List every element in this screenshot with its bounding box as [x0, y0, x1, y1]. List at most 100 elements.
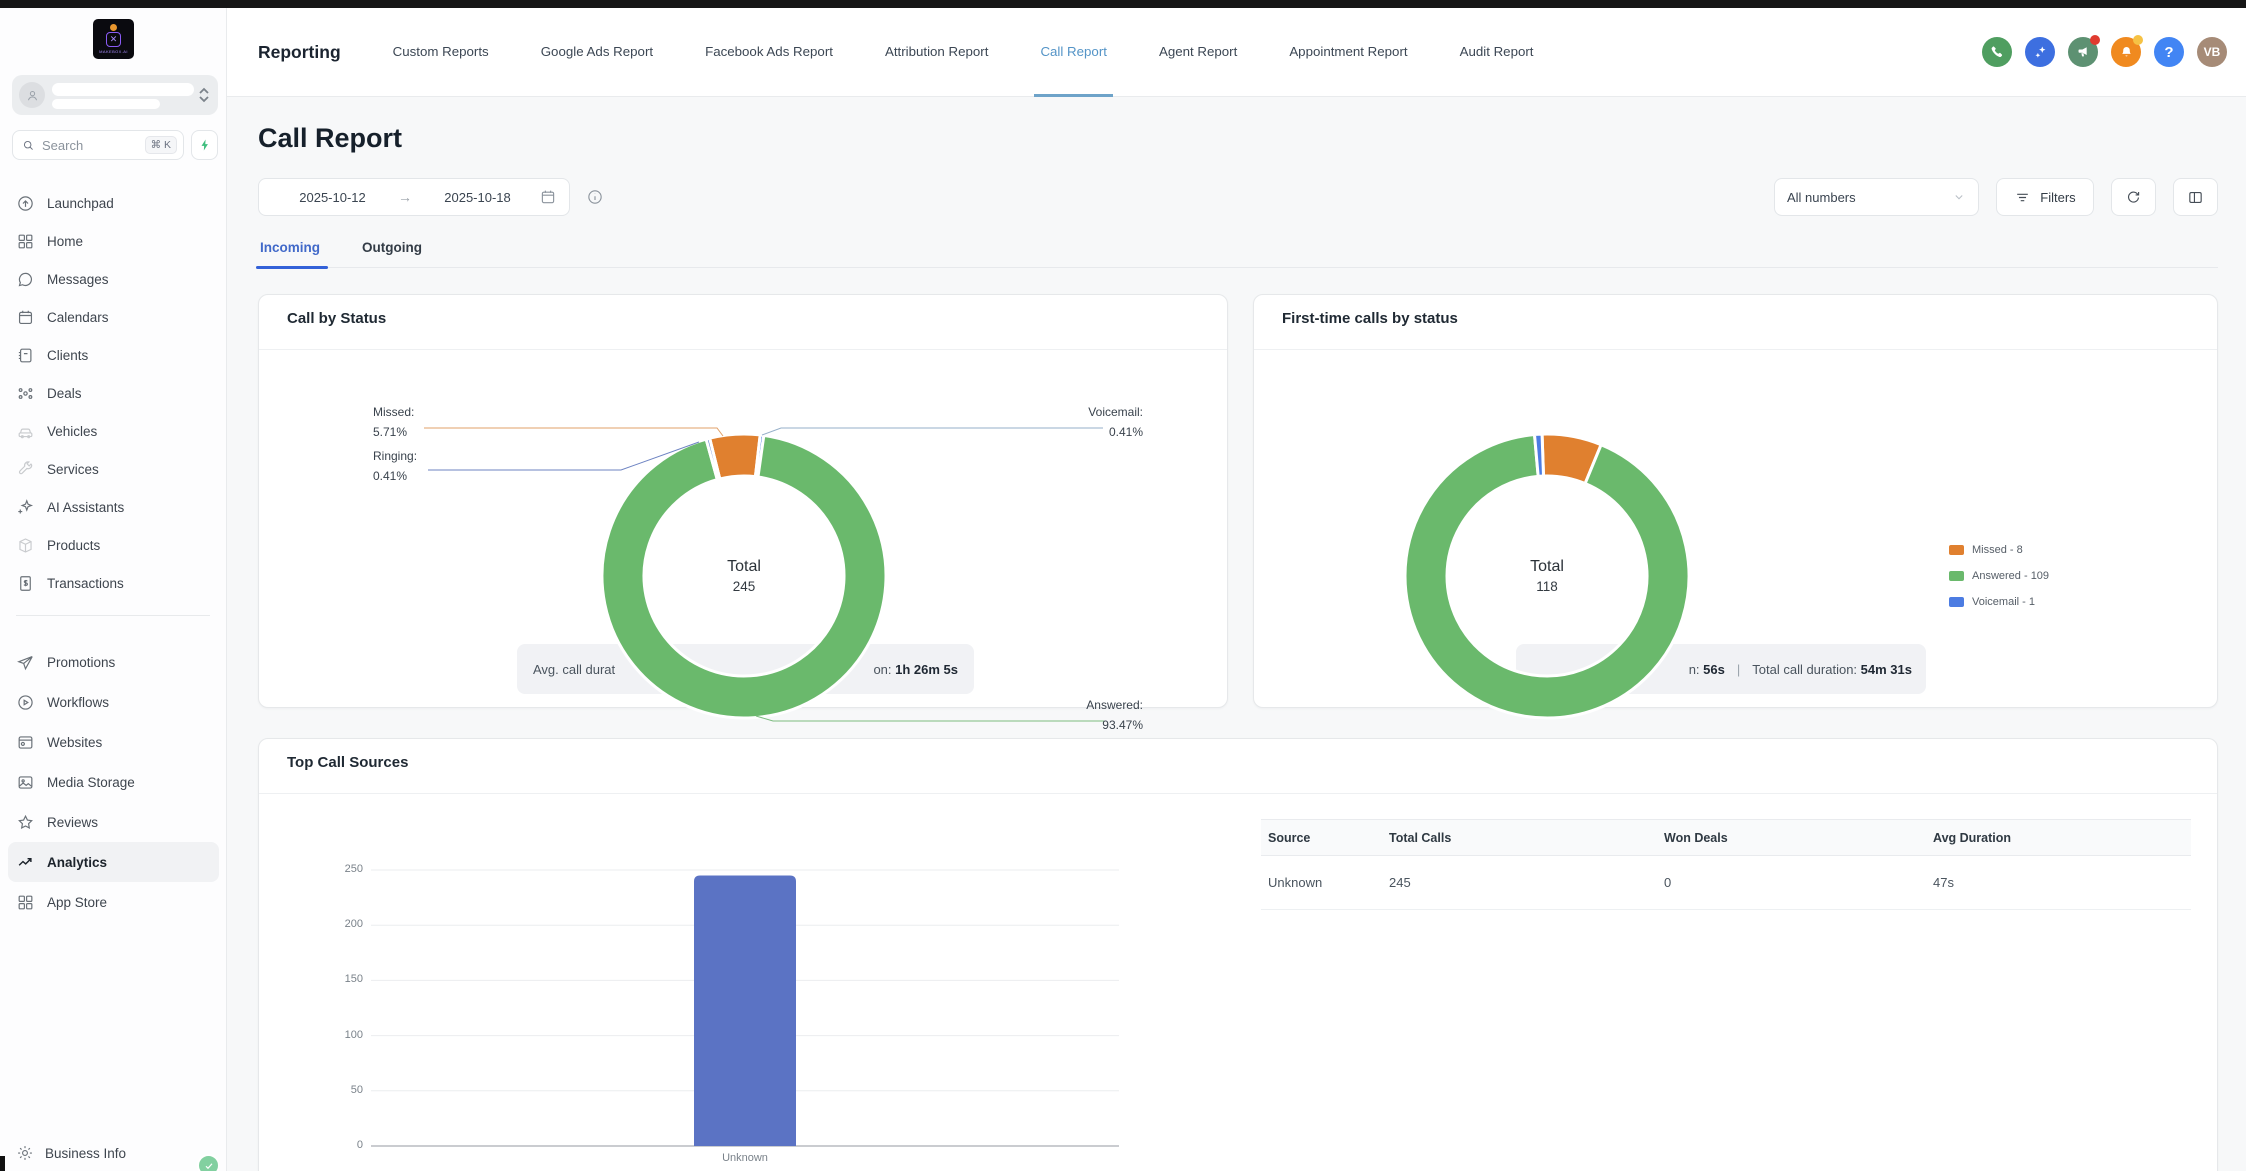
- sidebar-item-calendars[interactable]: Calendars: [8, 298, 219, 336]
- card-first-time-calls: First-time calls by status n: 56s | Tota…: [1253, 294, 2218, 720]
- donut-chart-first-time[interactable]: [1254, 295, 2219, 785]
- sidebar: ✕ MAKEBOX.AI Search ⌘ K Launchpad Home Mes…: [0, 8, 227, 1171]
- phone-icon: [1991, 46, 2002, 57]
- info-icon[interactable]: [586, 188, 604, 206]
- sidebar-item-messages[interactable]: Messages: [8, 260, 219, 298]
- corner-artifact: [0, 1156, 5, 1171]
- y-axis-tick: 150: [344, 973, 363, 986]
- legend-item-voicemail-1[interactable]: Voicemail - 1: [1949, 589, 2049, 615]
- avatar[interactable]: VB: [2197, 37, 2227, 67]
- y-axis-tick: 200: [344, 918, 363, 931]
- stats-total-fragment: Total call duration: 54m 31s: [1752, 661, 1912, 677]
- sidebar-item-launchpad[interactable]: Launchpad: [8, 184, 219, 222]
- filters-label: Filters: [2040, 189, 2076, 205]
- sidebar-item-transactions[interactable]: Transactions: [8, 564, 219, 602]
- search-input[interactable]: Search ⌘ K: [12, 130, 184, 160]
- deals-icon: [16, 384, 35, 403]
- quick-action-button[interactable]: [191, 130, 218, 160]
- sidebar-divider: [16, 615, 210, 616]
- tab-agent-report[interactable]: Agent Report: [1153, 8, 1243, 97]
- sidebar-item-label: Messages: [47, 271, 109, 287]
- numbers-filter-select[interactable]: All numbers: [1774, 178, 1979, 216]
- products-icon: [16, 536, 35, 555]
- legend-item-answered-109[interactable]: Answered - 109: [1949, 563, 2049, 589]
- tab-outgoing[interactable]: Outgoing: [360, 240, 424, 267]
- megaphone-button[interactable]: [2068, 35, 2100, 67]
- table-cell: 0: [1657, 855, 1926, 910]
- card-divider: [259, 349, 1227, 350]
- transactions-icon: [16, 574, 35, 593]
- sidebar-item-label: Services: [47, 461, 99, 477]
- sidebar-item-clients[interactable]: Clients: [8, 336, 219, 374]
- messages-icon: [16, 270, 35, 289]
- tab-incoming[interactable]: Incoming: [256, 240, 328, 269]
- workspace-subtitle-skeleton: [52, 99, 160, 109]
- layout-columns-button[interactable]: [2173, 178, 2218, 216]
- sidebar-item-workflows[interactable]: Workflows: [8, 682, 219, 722]
- workspace-avatar-icon: [19, 82, 45, 108]
- sparkles-button[interactable]: [2025, 37, 2055, 67]
- tab-facebook-ads-report[interactable]: Facebook Ads Report: [699, 8, 839, 97]
- refresh-button[interactable]: [2111, 178, 2156, 216]
- sidebar-item-deals[interactable]: Deals: [8, 374, 219, 412]
- chevron-down-icon: [1955, 195, 1963, 200]
- sidebar-nav-primary: Launchpad Home Messages Calendars Clients Dea…: [0, 184, 227, 602]
- table-cell: Unknown: [1261, 855, 1382, 910]
- workflows-icon: [16, 693, 35, 712]
- callout-label-ringing: Ringing: 0.41%: [373, 449, 418, 483]
- y-axis-tick: 50: [350, 1083, 363, 1096]
- sidebar-item-reviews[interactable]: Reviews: [8, 802, 219, 842]
- y-axis-tick: 250: [344, 863, 363, 875]
- sidebar-item-app-store[interactable]: App Store: [8, 882, 219, 922]
- sidebar-item-vehicles[interactable]: Vehicles: [8, 412, 219, 450]
- sidebar-item-products[interactable]: Products: [8, 526, 219, 564]
- stats-left-fragment: Avg. call durat: [533, 661, 616, 677]
- toolbar: 2025-10-12 → 2025-10-18 All numbers Filt…: [258, 178, 2218, 216]
- logo-x-icon: ✕: [106, 32, 121, 47]
- date-range-picker[interactable]: 2025-10-12 → 2025-10-18: [258, 178, 570, 216]
- donut-chart-call-by-status[interactable]: [259, 295, 1229, 785]
- chevron-up-down-icon: [196, 85, 212, 105]
- sidebar-item-label: Workflows: [47, 694, 110, 710]
- notification-dot: [2133, 35, 2143, 45]
- phone-button[interactable]: [1982, 37, 2012, 67]
- legend-swatch: [1949, 571, 1964, 581]
- tab-appointment-report[interactable]: Appointment Report: [1283, 8, 1413, 97]
- bell-icon: [2121, 46, 2131, 56]
- bar-chart-top-call-sources[interactable]: [259, 739, 2219, 1171]
- sidebar-item-home[interactable]: Home: [8, 222, 219, 260]
- sparkles-icon: [2034, 45, 2045, 58]
- bar-unknown[interactable]: [694, 875, 796, 1146]
- app-header: Reporting Custom Reports Google Ads Repor…: [227, 8, 2246, 97]
- stats-right-fragment: on: 1h 26m 5s: [873, 661, 958, 677]
- card-title: Call by Status: [287, 310, 387, 327]
- sidebar-item-services[interactable]: Services: [8, 450, 219, 488]
- tab-google-ads-report[interactable]: Google Ads Report: [535, 8, 659, 97]
- workspace-selector[interactable]: [12, 75, 218, 115]
- logo-dot-icon: [110, 24, 117, 31]
- donut-total: Total 245: [727, 558, 761, 594]
- search-icon: [23, 140, 33, 150]
- sidebar-item-analytics[interactable]: Analytics: [8, 842, 219, 882]
- tab-audit-report[interactable]: Audit Report: [1454, 8, 1540, 97]
- card-call-by-status: Call by Status Avg. call durat on: 1h 26…: [258, 294, 1228, 732]
- sidebar-item-media-storage[interactable]: Media Storage: [8, 762, 219, 802]
- bell-button[interactable]: [2111, 35, 2143, 67]
- sidebar-item-websites[interactable]: Websites: [8, 722, 219, 762]
- sidebar-item-business-info[interactable]: Business Info: [16, 1144, 126, 1163]
- sidebar-item-label: Reviews: [47, 814, 99, 830]
- date-end[interactable]: 2025-10-18: [416, 190, 539, 205]
- legend-item-missed-8[interactable]: Missed - 8: [1949, 537, 2049, 563]
- tab-custom-reports[interactable]: Custom Reports: [387, 8, 495, 97]
- sidebar-item-ai-assistants[interactable]: AI Assistants: [8, 488, 219, 526]
- sidebar-item-label: Calendars: [47, 309, 109, 325]
- help-button[interactable]: ?: [2154, 37, 2184, 67]
- date-start[interactable]: 2025-10-12: [271, 190, 394, 205]
- callout-label-answered: Answered: 93.47%: [1086, 698, 1143, 732]
- legend-label: Missed - 8: [1972, 544, 2023, 556]
- filters-button[interactable]: Filters: [1996, 178, 2094, 216]
- sidebar-item-promotions[interactable]: Promotions: [8, 642, 219, 682]
- tab-call-report[interactable]: Call Report: [1034, 8, 1113, 97]
- sidebar-item-label: AI Assistants: [47, 499, 125, 515]
- tab-attribution-report[interactable]: Attribution Report: [879, 8, 994, 97]
